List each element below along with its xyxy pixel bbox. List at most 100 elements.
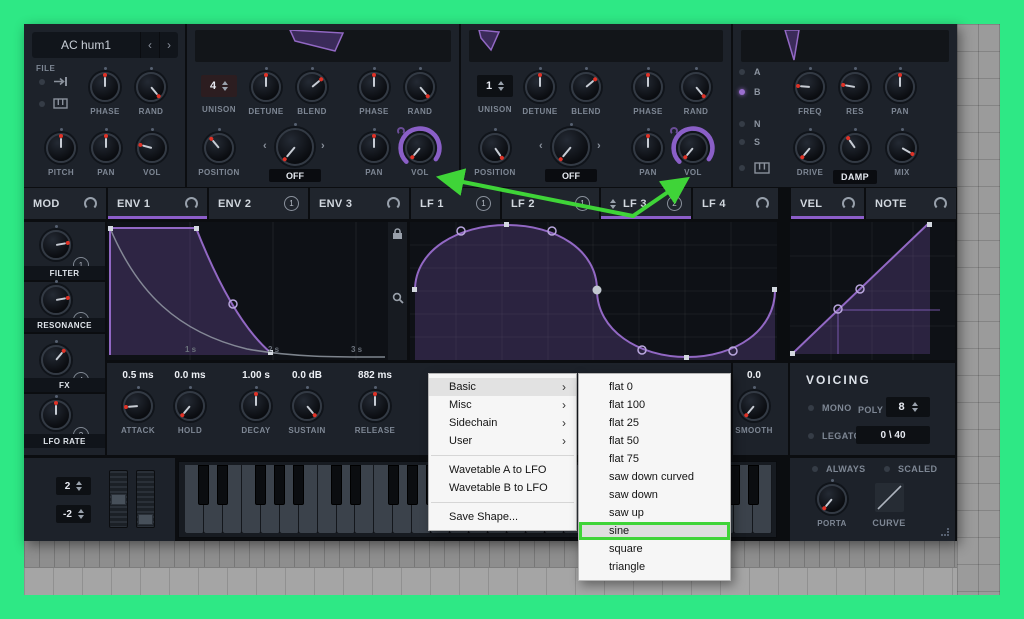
- piano-key-black[interactable]: [274, 465, 285, 505]
- mod-wheel[interactable]: [136, 470, 155, 528]
- piano-key-black[interactable]: [293, 465, 304, 505]
- menu-item-sidechain[interactable]: Sidechain›: [429, 414, 576, 432]
- knob-knob[interactable]: [266, 123, 324, 166]
- mono-option[interactable]: MONO: [808, 403, 852, 413]
- knob-hold[interactable]: 0.0 msHOLD: [161, 370, 219, 435]
- stepper-arrows-icon[interactable]: [76, 481, 82, 491]
- knob-release[interactable]: 882 msRELEASE: [346, 370, 404, 435]
- knob-position[interactable]: POSITION: [190, 128, 248, 177]
- menu-item-save-shape[interactable]: Save Shape...: [429, 508, 576, 526]
- envelope-display[interactable]: 1 s 2 s 3 s: [107, 222, 407, 360]
- knob-filter[interactable]: 1: [27, 225, 85, 260]
- knob-rand[interactable]: RAND: [667, 67, 725, 116]
- menu-item-misc[interactable]: Misc›: [429, 396, 576, 414]
- knob-position[interactable]: POSITION: [466, 128, 524, 177]
- filter-route-b[interactable]: B: [739, 86, 761, 98]
- filter-route-n[interactable]: N: [739, 118, 761, 130]
- piano-key-black[interactable]: [407, 465, 418, 505]
- filter-route-s[interactable]: S: [739, 136, 760, 148]
- knob-vol[interactable]: VOL: [664, 128, 722, 177]
- mode-a-value[interactable]: OFF: [269, 169, 321, 182]
- piano-key-black[interactable]: [217, 465, 228, 505]
- preset-next-button[interactable]: ›: [159, 32, 178, 58]
- menu-item-basic[interactable]: Basic›: [429, 378, 576, 396]
- tab-lf-3[interactable]: LF 32: [601, 188, 691, 219]
- piano-key-black[interactable]: [350, 465, 361, 505]
- menu-item-wavetable-b-to-lfo[interactable]: Wavetable B to LFO: [429, 479, 576, 497]
- bend-down-stepper[interactable]: -2: [56, 505, 91, 523]
- pitch-wheel-handle[interactable]: [111, 494, 126, 505]
- knob-knob[interactable]: [542, 123, 600, 166]
- submenu-item-flat-25[interactable]: flat 25: [579, 414, 730, 432]
- piano-key-black[interactable]: [388, 465, 399, 505]
- piano-key-black[interactable]: [255, 465, 266, 505]
- submenu-item-triangle[interactable]: triangle: [579, 558, 730, 576]
- knob-rand[interactable]: RAND: [122, 67, 180, 116]
- tab-env-3[interactable]: ENV 3: [310, 188, 409, 219]
- submenu-item-flat-100[interactable]: flat 100: [579, 396, 730, 414]
- piano-key-black[interactable]: [748, 465, 759, 505]
- submenu-item-flat-0[interactable]: flat 0: [579, 378, 730, 396]
- knob-pan[interactable]: PAN: [871, 67, 929, 116]
- filter-keytrack[interactable]: [739, 162, 770, 174]
- menu-item-wavetable-a-to-lfo[interactable]: Wavetable A to LFO: [429, 461, 576, 479]
- stepper-arrows-icon[interactable]: [222, 81, 228, 91]
- menu-item-user[interactable]: User›: [429, 432, 576, 450]
- submenu-item-sine[interactable]: sine: [579, 522, 730, 540]
- tab-lf-2[interactable]: LF 21: [502, 188, 599, 219]
- wavetable-b-preview[interactable]: [469, 30, 723, 62]
- knob-mix[interactable]: MIX: [873, 128, 931, 177]
- unison-a-stepper[interactable]: 4: [201, 75, 237, 97]
- wavetable-a-preview[interactable]: [195, 30, 451, 62]
- knob-vol[interactable]: VOL: [123, 128, 181, 177]
- tab-lf-4[interactable]: LF 4: [693, 188, 778, 219]
- knob-blend[interactable]: BLEND: [557, 67, 615, 116]
- knob-fx[interactable]: 4: [27, 340, 85, 375]
- tab-env-1[interactable]: ENV 1: [108, 188, 207, 219]
- submenu-item-flat-50[interactable]: flat 50: [579, 432, 730, 450]
- stepper-arrows-icon[interactable]: [78, 509, 84, 519]
- preset-selector[interactable]: AC hum1 ‹ ›: [32, 32, 178, 58]
- porta-scaled-option[interactable]: SCALED: [884, 464, 937, 474]
- submenu-item-saw-up[interactable]: saw up: [579, 504, 730, 522]
- knob-blend[interactable]: BLEND: [283, 67, 341, 116]
- bend-up-stepper[interactable]: 2: [56, 477, 91, 495]
- submenu-item-saw-down[interactable]: saw down: [579, 486, 730, 504]
- submenu-item-flat-75[interactable]: flat 75: [579, 450, 730, 468]
- tab-note[interactable]: NOTE: [866, 188, 956, 219]
- knob-rand[interactable]: RAND: [391, 67, 449, 116]
- tab-lf-1[interactable]: LF 11: [411, 188, 500, 219]
- stepper-arrows-icon[interactable]: [912, 402, 918, 412]
- knob-attack[interactable]: 0.5 msATTACK: [109, 370, 167, 435]
- knob-resonance[interactable]: 1: [27, 280, 85, 315]
- unison-b-stepper[interactable]: 1: [477, 75, 513, 97]
- knob-smooth[interactable]: 0.0SMOOTH: [725, 370, 783, 435]
- knob-lfo-rate[interactable]: 2: [27, 395, 85, 430]
- stepper-arrows-icon[interactable]: [498, 81, 504, 91]
- preset-prev-button[interactable]: ‹: [140, 32, 159, 58]
- lfo-shape-display[interactable]: [410, 222, 777, 360]
- knob-vol[interactable]: VOL: [391, 128, 449, 177]
- porta-curve-editor[interactable]: [875, 483, 904, 512]
- piano-key-black[interactable]: [198, 465, 209, 505]
- tab-env-2[interactable]: ENV 21: [209, 188, 308, 219]
- mod-wheel-handle[interactable]: [138, 514, 153, 525]
- knob-sustain[interactable]: 0.0 dBSUSTAIN: [278, 370, 336, 435]
- preset-name[interactable]: AC hum1: [32, 32, 140, 58]
- keytrack-option[interactable]: [39, 98, 68, 109]
- porta-time-display[interactable]: 0 \ 40: [856, 426, 930, 444]
- mode-b-value[interactable]: OFF: [545, 169, 597, 182]
- filter-preview[interactable]: [741, 30, 949, 62]
- lock-icon[interactable]: [392, 228, 403, 240]
- porta-always-option[interactable]: ALWAYS: [812, 464, 866, 474]
- pitch-wheel[interactable]: [109, 470, 128, 528]
- retrigger-option[interactable]: [39, 76, 68, 87]
- legato-option[interactable]: LEGATO: [808, 431, 861, 441]
- velocity-curve-display[interactable]: [790, 222, 955, 360]
- tab-vel[interactable]: VEL: [791, 188, 864, 219]
- piano-key-black[interactable]: [331, 465, 342, 505]
- spinner-icon[interactable]: [610, 199, 616, 209]
- submenu-item-square[interactable]: square: [579, 540, 730, 558]
- tab-mod[interactable]: MOD: [24, 188, 106, 219]
- submenu-item-saw-down-curved[interactable]: saw down curved: [579, 468, 730, 486]
